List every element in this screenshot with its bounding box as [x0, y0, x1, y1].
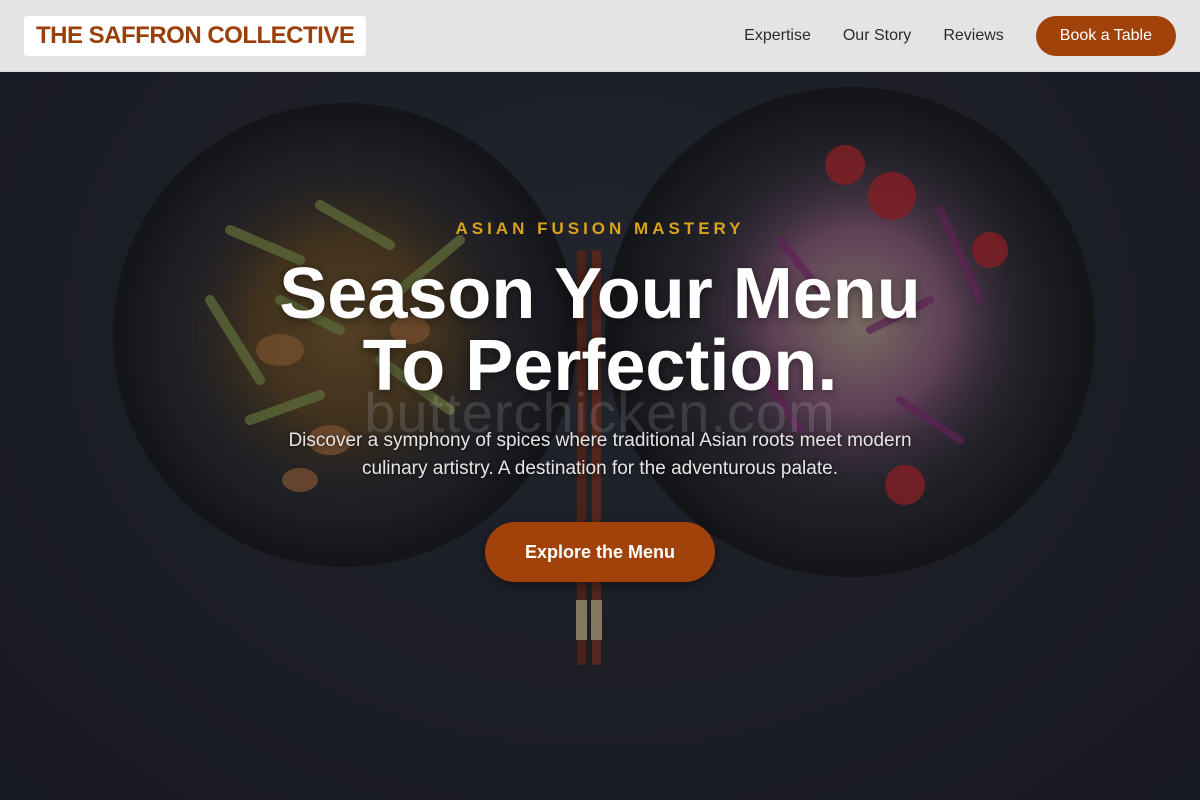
nav-link-our-story[interactable]: Our Story: [843, 27, 911, 45]
explore-menu-button[interactable]: Explore the Menu: [485, 522, 715, 582]
hero-headline-line-2: To Perfection.: [362, 326, 838, 406]
main-nav: Expertise Our Story Reviews Book a Table: [744, 16, 1176, 56]
book-table-button[interactable]: Book a Table: [1035, 16, 1176, 56]
site-header: THE SAFFRON COLLECTIVE Expertise Our Sto…: [0, 0, 1200, 72]
hero-section: ASIAN FUSION MASTERY Season Your Menu To…: [0, 0, 1200, 800]
hero-headline-line-1: Season Your Menu: [279, 254, 921, 334]
logo[interactable]: THE SAFFRON COLLECTIVE: [24, 16, 367, 56]
hero-headline: Season Your Menu To Perfection.: [0, 258, 1200, 402]
hero-eyebrow: ASIAN FUSION MASTERY: [455, 219, 745, 238]
hero-subhead: Discover a symphony of spices where trad…: [288, 430, 912, 479]
nav-link-reviews[interactable]: Reviews: [943, 27, 1003, 45]
nav-link-expertise[interactable]: Expertise: [744, 27, 811, 45]
